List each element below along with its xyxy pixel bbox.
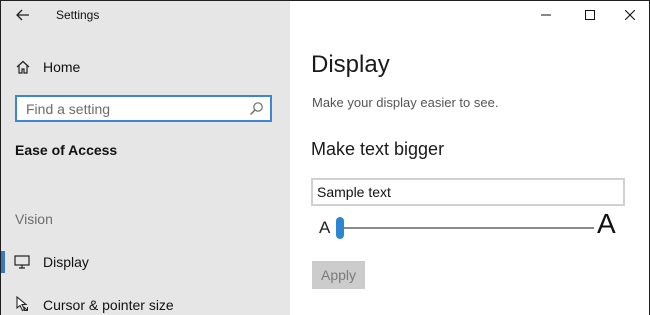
large-text-label: A (597, 208, 616, 239)
search-icon[interactable] (249, 101, 264, 116)
text-size-heading: Make text bigger (311, 139, 445, 159)
slider-track[interactable] (336, 227, 594, 229)
page-subtitle: Make your display easier to see. (312, 95, 499, 110)
sidebar-item-cursor-pointer-size[interactable]: Cursor & pointer size (1, 292, 290, 315)
home-icon (16, 60, 30, 74)
minimize-icon (541, 14, 551, 16)
category-title: Ease of Access (15, 142, 118, 158)
search-input[interactable] (17, 97, 237, 120)
back-button[interactable] (11, 5, 35, 25)
window-title: Settings (56, 8, 100, 22)
slider-thumb[interactable] (336, 217, 344, 239)
page-title: Display (311, 51, 390, 78)
sidebar: Settings Home Ease of Access Vision (1, 1, 290, 315)
section-heading-vision: Vision (15, 211, 53, 227)
back-arrow-icon (16, 9, 29, 21)
maximize-icon (585, 10, 595, 20)
home-label: Home (43, 59, 81, 75)
apply-button[interactable]: Apply (312, 261, 365, 289)
close-button[interactable] (610, 1, 649, 29)
main-content: Display Make your display easier to see.… (290, 1, 649, 315)
maximize-button[interactable] (570, 1, 610, 29)
close-icon (625, 10, 635, 20)
search-box[interactable] (15, 95, 272, 122)
sidebar-item-display[interactable]: Display (1, 249, 290, 275)
sidebar-item-label: Cursor & pointer size (43, 297, 174, 313)
monitor-icon (1, 255, 43, 269)
settings-window: Settings Home Ease of Access Vision (0, 0, 650, 315)
small-text-label: A (319, 218, 331, 237)
cursor-icon (1, 296, 43, 314)
sidebar-item-label: Display (43, 254, 89, 270)
home-link[interactable]: Home (15, 56, 80, 78)
sample-text-preview: Sample text (311, 178, 625, 206)
text-size-slider[interactable] (336, 217, 594, 239)
minimize-button[interactable] (526, 1, 566, 29)
